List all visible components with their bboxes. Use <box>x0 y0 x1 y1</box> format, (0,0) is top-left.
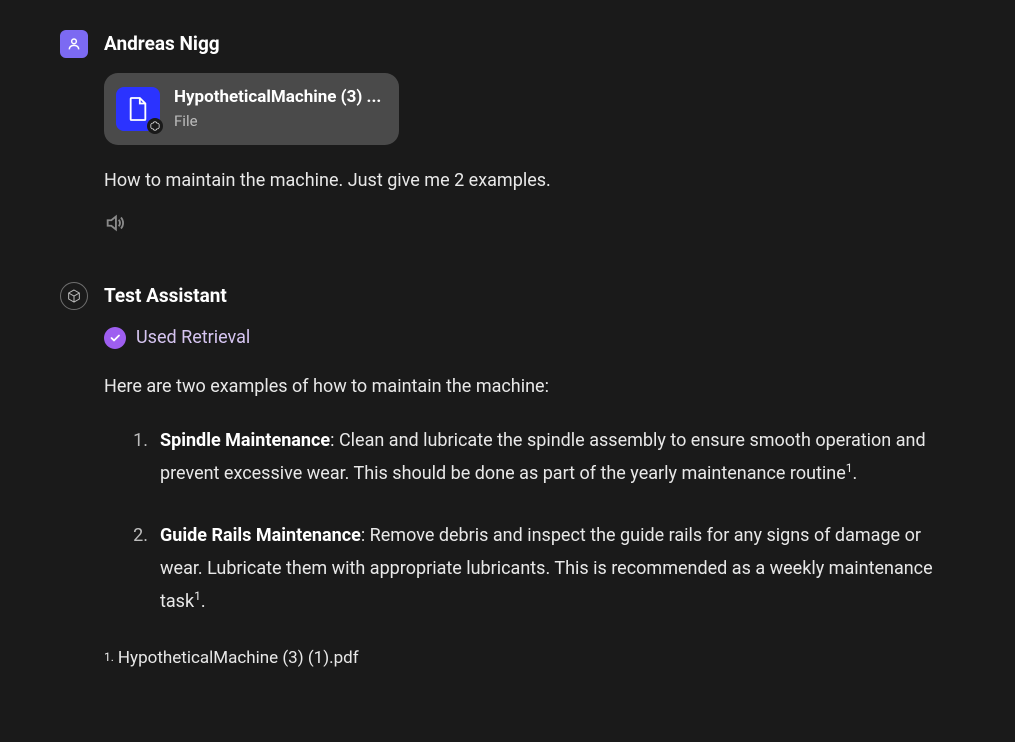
file-name: HypotheticalMachine (3) ... <box>174 85 381 111</box>
reference-item[interactable]: 1. HypotheticalMachine (3) (1).pdf <box>104 646 955 672</box>
file-attachment[interactable]: HypotheticalMachine (3) ... File <box>104 73 399 145</box>
file-icon <box>116 87 160 131</box>
user-content: Andreas Nigg HypotheticalMachine (3) ...… <box>104 30 955 242</box>
person-icon <box>66 36 82 52</box>
citation[interactable]: 1 <box>194 589 201 603</box>
speaker-button[interactable] <box>104 212 126 234</box>
list-title: Spindle Maintenance <box>160 430 330 451</box>
assistant-avatar <box>60 282 88 310</box>
assistant-intro: Here are two examples of how to maintain… <box>104 373 955 400</box>
assistant-content: Test Assistant Used Retrieval Here are t… <box>104 282 955 672</box>
list-tail: . <box>853 463 858 484</box>
retrieval-row[interactable]: Used Retrieval <box>104 324 955 351</box>
references: 1. HypotheticalMachine (3) (1).pdf <box>104 646 955 672</box>
user-name: Andreas Nigg <box>104 30 955 59</box>
list-item: 1. Spindle Maintenance: Clean and lubric… <box>128 424 955 491</box>
list-number: 2. <box>128 519 148 619</box>
openai-badge-icon <box>147 118 163 134</box>
assistant-name: Test Assistant <box>104 282 955 311</box>
file-type: File <box>174 110 381 133</box>
user-message: Andreas Nigg HypotheticalMachine (3) ...… <box>60 30 955 242</box>
check-icon <box>109 332 121 344</box>
retrieval-label: Used Retrieval <box>136 324 250 351</box>
user-avatar <box>60 30 88 58</box>
check-badge <box>104 327 126 349</box>
list-number: 1. <box>128 424 148 491</box>
reference-number: 1. <box>104 648 114 674</box>
list-tail: . <box>201 591 206 612</box>
answer-list: 1. Spindle Maintenance: Clean and lubric… <box>104 424 955 618</box>
list-item: 2. Guide Rails Maintenance: Remove debri… <box>128 519 955 619</box>
cube-icon <box>66 288 82 304</box>
file-meta: HypotheticalMachine (3) ... File <box>174 85 381 133</box>
user-prompt: How to maintain the machine. Just give m… <box>104 167 955 194</box>
reference-text: HypotheticalMachine (3) (1).pdf <box>118 646 359 672</box>
speaker-icon <box>104 212 126 234</box>
list-title: Guide Rails Maintenance <box>160 525 361 546</box>
citation[interactable]: 1 <box>846 461 853 475</box>
assistant-message: Test Assistant Used Retrieval Here are t… <box>60 282 955 672</box>
document-icon <box>127 96 149 122</box>
